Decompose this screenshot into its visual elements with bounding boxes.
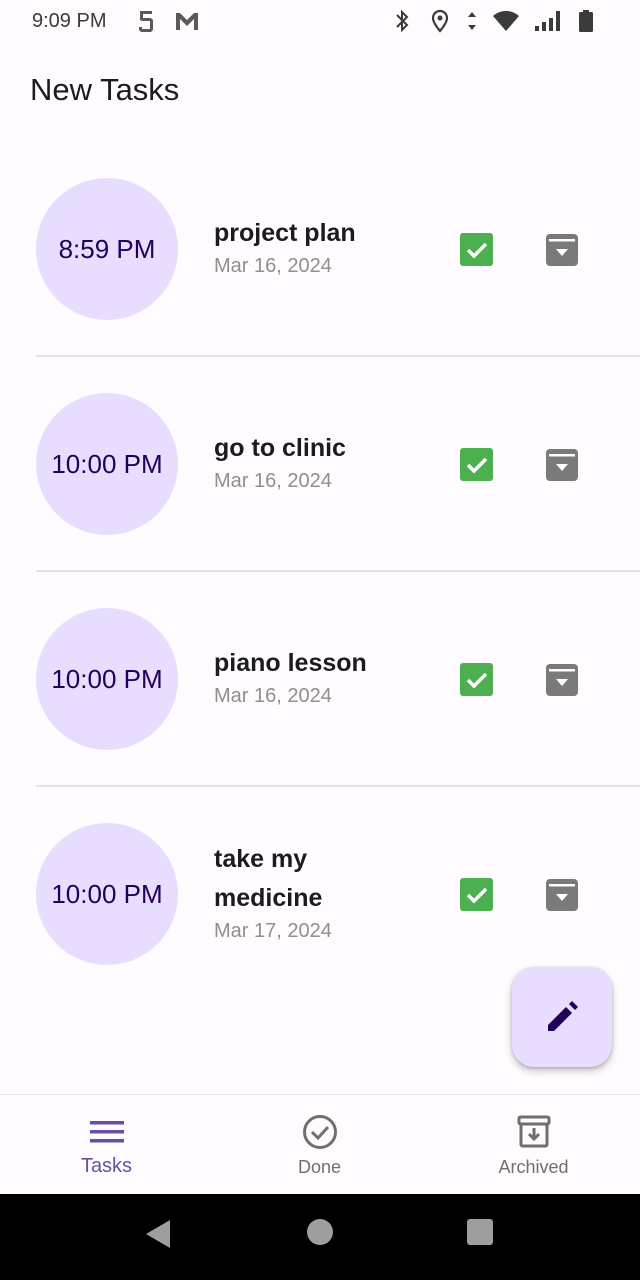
- archive-button[interactable]: [545, 448, 579, 482]
- mark-done-button[interactable]: [460, 878, 493, 911]
- task-title: go to clinic: [214, 434, 346, 462]
- task-date: Mar 17, 2024: [214, 920, 332, 942]
- nav-label-done: Done: [297, 1157, 342, 1177]
- back-icon[interactable]: [144, 1218, 172, 1250]
- archive-button[interactable]: [545, 663, 579, 697]
- gmail-icon: [176, 13, 198, 30]
- task-text: project plan Mar 16, 2024: [214, 214, 434, 278]
- task-date: Mar 16, 2024: [214, 255, 332, 277]
- check-icon: [466, 887, 487, 903]
- task-title: piano lesson: [214, 649, 367, 677]
- add-task-fab[interactable]: [512, 967, 612, 1067]
- check-icon: [466, 242, 487, 258]
- sim-notification-icon: [139, 11, 153, 32]
- task-text: take my medicine Mar 17, 2024: [214, 840, 384, 943]
- status-right-icons: [390, 8, 594, 34]
- recent-apps-icon[interactable]: [467, 1219, 493, 1245]
- status-left-icons: [134, 8, 200, 34]
- task-time-circle: 10:00 PM: [36, 823, 178, 965]
- task-time-circle: 10:00 PM: [36, 393, 178, 535]
- task-item[interactable]: 10:00 PM piano lesson Mar 16, 2024: [0, 572, 640, 787]
- check-icon: [466, 457, 487, 473]
- check-icon: [466, 672, 487, 688]
- check-circle-icon: [302, 1115, 337, 1149]
- menu-icon: [89, 1121, 124, 1143]
- home-icon[interactable]: [307, 1219, 333, 1245]
- task-date: Mar 16, 2024: [214, 685, 332, 707]
- task-text: piano lesson Mar 16, 2024: [214, 644, 434, 708]
- wifi-icon: [493, 10, 519, 31]
- archive-button[interactable]: [545, 233, 579, 267]
- archive-button[interactable]: [545, 878, 579, 912]
- page-title: New Tasks: [30, 72, 180, 107]
- location-icon: [431, 9, 449, 33]
- nav-label-archived: Archived: [498, 1157, 569, 1177]
- nav-label-tasks: Tasks: [80, 1155, 133, 1177]
- mark-done-button[interactable]: [460, 233, 493, 266]
- nav-tab-done[interactable]: Done: [213, 1095, 426, 1195]
- nav-tab-tasks[interactable]: Tasks: [0, 1095, 213, 1195]
- data-arrows-icon: [468, 12, 476, 30]
- archive-icon: [517, 1115, 550, 1148]
- task-time-circle: 10:00 PM: [36, 608, 178, 750]
- mark-done-button[interactable]: [460, 448, 493, 481]
- task-text: go to clinic Mar 16, 2024: [214, 429, 434, 493]
- system-navigation-bar: [0, 1194, 640, 1280]
- task-item[interactable]: 8:59 PM project plan Mar 16, 2024: [0, 142, 640, 357]
- task-item[interactable]: 10:00 PM go to clinic Mar 16, 2024: [0, 357, 640, 572]
- task-list: 8:59 PM project plan Mar 16, 2024 10:00 …: [0, 142, 640, 1002]
- task-title: take my medicine: [214, 845, 323, 912]
- task-title: project plan: [214, 219, 356, 247]
- task-time-circle: 8:59 PM: [36, 178, 178, 320]
- cell-signal-icon: [535, 11, 560, 31]
- status-time: 9:09 PM: [32, 10, 107, 32]
- task-date: Mar 16, 2024: [214, 470, 332, 492]
- bluetooth-icon: [396, 9, 409, 33]
- battery-icon: [579, 10, 593, 32]
- pencil-edit-icon: [548, 1001, 578, 1031]
- status-bar: 9:09 PM: [0, 0, 640, 44]
- bottom-navigation: Tasks Done Archived: [0, 1094, 640, 1195]
- mark-done-button[interactable]: [460, 663, 493, 696]
- nav-tab-archived[interactable]: Archived: [427, 1095, 640, 1195]
